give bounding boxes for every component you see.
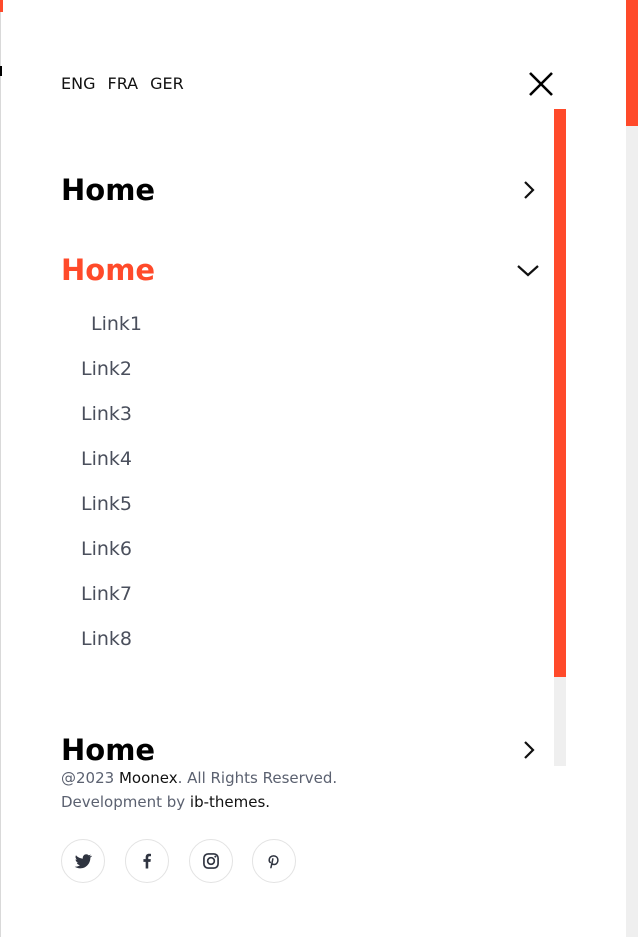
brand-link[interactable]: Moonex [119, 769, 178, 787]
language-ger[interactable]: GER [150, 73, 184, 95]
page-edge-accent [0, 0, 3, 12]
page-scrollbar[interactable] [626, 0, 638, 937]
menu-item-home-2[interactable]: Home [61, 250, 541, 290]
submenu-link-8[interactable]: Link8 [81, 626, 132, 652]
submenu-link-3[interactable]: Link3 [81, 401, 132, 427]
chevron-down-icon [517, 265, 539, 277]
facebook-button[interactable] [125, 839, 169, 883]
menu-item-label: Home [61, 173, 156, 207]
menu-item-label: Home [61, 253, 156, 287]
language-switcher: ENG FRA GER [61, 73, 184, 95]
twitter-button[interactable] [61, 839, 105, 883]
submenu-link-7[interactable]: Link7 [81, 581, 132, 607]
instagram-icon [203, 853, 219, 869]
page-scrollbar-thumb[interactable] [626, 0, 638, 126]
copyright-suffix: . All Rights Reserved. [177, 769, 338, 787]
submenu-link-1[interactable]: Link1 [91, 311, 142, 337]
submenu-link-2[interactable]: Link2 [81, 356, 132, 382]
close-button[interactable] [526, 70, 556, 100]
menu-item-home-3[interactable]: Home [61, 730, 541, 770]
submenu-link-5[interactable]: Link5 [81, 491, 132, 517]
facebook-icon [143, 853, 151, 869]
menu-scrollbar[interactable] [554, 109, 566, 766]
development-prefix: Development by [61, 793, 190, 811]
chevron-right-icon [524, 741, 535, 759]
menu-item-home-1[interactable]: Home [61, 170, 541, 210]
close-icon [529, 72, 553, 96]
pinterest-button[interactable] [252, 839, 296, 883]
page-edge-mark [0, 66, 2, 76]
pinterest-icon [268, 855, 279, 869]
menu-scrollbar-thumb[interactable] [554, 109, 566, 677]
language-eng[interactable]: ENG [61, 73, 95, 95]
copyright-prefix: @2023 [61, 769, 119, 787]
chevron-right-icon [524, 181, 535, 199]
language-fra[interactable]: FRA [107, 73, 138, 95]
instagram-button[interactable] [189, 839, 233, 883]
twitter-icon [74, 854, 92, 869]
submenu-link-6[interactable]: Link6 [81, 536, 132, 562]
copyright-text: @2023 Moonex. All Rights Reserved. [61, 768, 337, 788]
page-edge [0, 0, 1, 937]
development-credit: Development by ib-themes. [61, 792, 270, 812]
submenu-link-4[interactable]: Link4 [81, 446, 132, 472]
menu-item-label: Home [61, 733, 156, 767]
developer-link[interactable]: ib-themes. [190, 793, 270, 811]
